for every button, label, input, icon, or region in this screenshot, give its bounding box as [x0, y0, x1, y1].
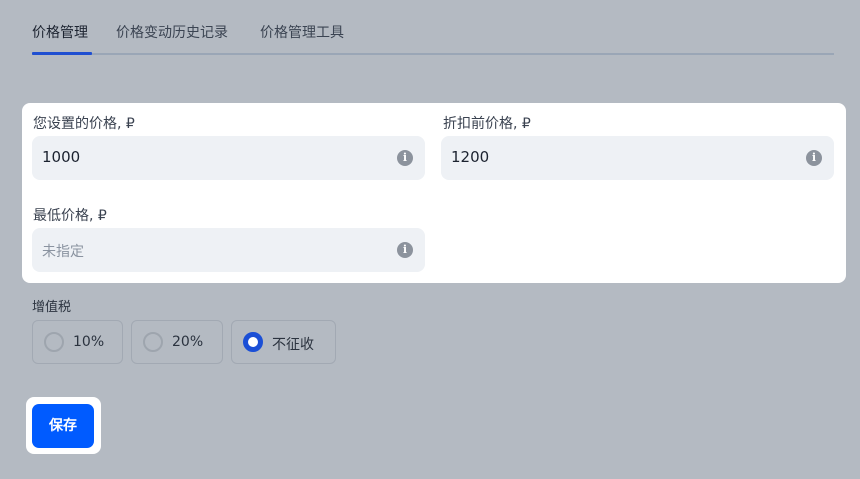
your-price-field[interactable]: 1000 i: [32, 136, 425, 180]
save-button[interactable]: 保存: [32, 404, 94, 448]
price-panel: 您设置的价格, ₽ 1000 i 折扣前价格, ₽ 1200 i 最低价格, ₽…: [22, 103, 846, 283]
vat-option-label: 20%: [172, 334, 204, 350]
tab-price-history[interactable]: 价格变动历史记录: [116, 22, 228, 42]
save-button-container: 保存: [26, 397, 101, 454]
radio-checked-icon[interactable]: [243, 332, 263, 352]
radio-unchecked-icon[interactable]: [44, 332, 64, 352]
vat-option-10[interactable]: 10%: [32, 320, 123, 364]
tabs-bar: 价格管理 价格变动历史记录 价格管理工具: [32, 0, 834, 55]
active-tab-indicator: [32, 52, 92, 55]
your-price-label: 您设置的价格, ₽: [33, 116, 135, 132]
info-icon[interactable]: i: [806, 150, 822, 166]
min-price-field[interactable]: 未指定 i: [32, 228, 425, 272]
info-icon[interactable]: i: [397, 150, 413, 166]
price-before-discount-label: 折扣前价格, ₽: [443, 116, 531, 132]
min-price-label: 最低价格, ₽: [33, 208, 107, 224]
radio-unchecked-icon[interactable]: [143, 332, 163, 352]
info-icon[interactable]: i: [397, 242, 413, 258]
your-price-value[interactable]: 1000: [42, 148, 80, 166]
vat-option-label: 不征收: [272, 337, 314, 353]
price-before-discount-value[interactable]: 1200: [451, 148, 489, 166]
vat-option-none[interactable]: 不征收: [231, 320, 336, 364]
tab-price-management[interactable]: 价格管理: [32, 22, 88, 42]
price-before-discount-field[interactable]: 1200 i: [441, 136, 834, 180]
vat-option-label: 10%: [73, 334, 105, 350]
min-price-placeholder[interactable]: 未指定: [42, 241, 84, 261]
tab-price-tools[interactable]: 价格管理工具: [260, 22, 344, 42]
vat-option-20[interactable]: 20%: [131, 320, 223, 364]
vat-label: 增值税: [32, 300, 72, 315]
